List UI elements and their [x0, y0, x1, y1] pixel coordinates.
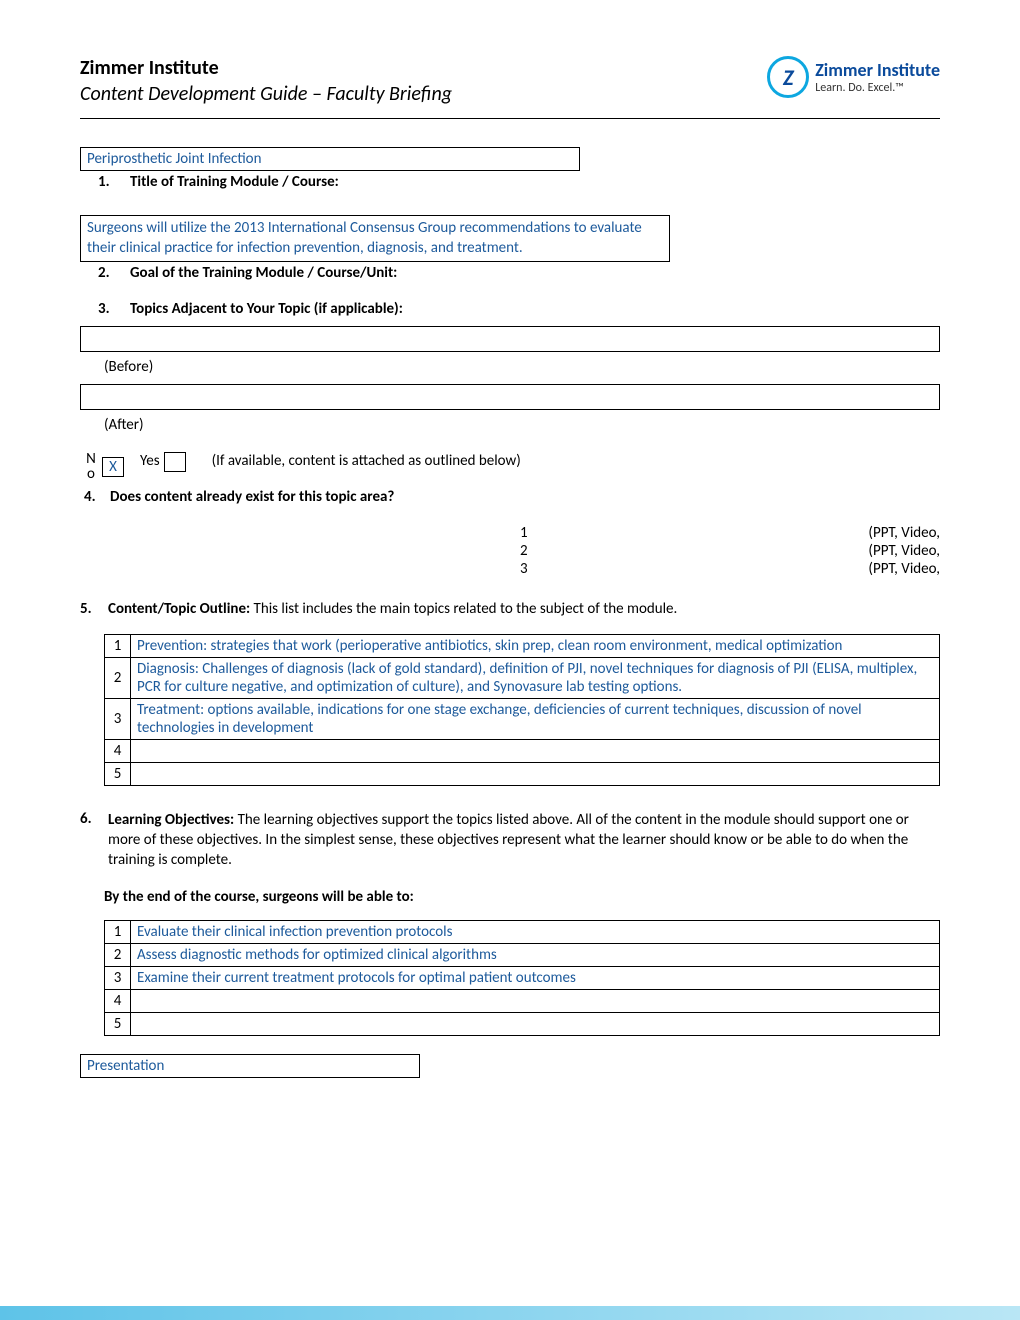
topic-cell[interactable] [131, 739, 940, 762]
table-row: 3Treatment: options available, indicatio… [105, 698, 940, 739]
topic-cell[interactable]: Prevention: strategies that work (periop… [131, 634, 940, 657]
table-row: 2Assess diagnostic methods for optimized… [105, 944, 940, 967]
q2-label: Goal of the Training Module / Course/Uni… [130, 264, 397, 282]
table-row: 4 [105, 990, 940, 1013]
logo-name: Zimmer Institute [815, 59, 940, 81]
q3-input-bottom[interactable] [80, 384, 940, 410]
content-row: 2(PPT, Video, [80, 542, 940, 560]
checkbox-no[interactable]: X [102, 457, 124, 477]
q6-label: Learning Objectives: [108, 811, 234, 829]
q1-label: Title of Training Module / Course: [130, 173, 339, 191]
q6-number: 6. [80, 810, 98, 871]
objective-cell[interactable] [131, 1013, 940, 1036]
objective-cell[interactable]: Examine their current treatment protocol… [131, 967, 940, 990]
title-input[interactable]: Periprosthetic Joint Infection [80, 147, 580, 171]
brand-logo: Z Zimmer Institute Learn. Do. Excel.™ [767, 56, 940, 98]
objective-cell[interactable] [131, 990, 940, 1013]
q1-number: 1. [98, 173, 116, 191]
q3-label: Topics Adjacent to Your Topic (if applic… [130, 300, 403, 318]
topic-cell[interactable] [131, 762, 940, 785]
q3-number: 3. [98, 300, 116, 318]
q3-before-label: (Before) [80, 358, 940, 376]
table-row: 4 [105, 739, 940, 762]
topic-cell[interactable]: Diagnosis: Challenges of diagnosis (lack… [131, 657, 940, 698]
logo-icon: Z [767, 56, 809, 98]
topic-outline-table: 1Prevention: strategies that work (perio… [104, 634, 940, 786]
table-row: 3Examine their current treatment protoco… [105, 967, 940, 990]
presentation-input[interactable]: Presentation [80, 1054, 420, 1078]
topic-cell[interactable]: Treatment: options available, indication… [131, 698, 940, 739]
q5-label: Content/Topic Outline: [108, 600, 250, 618]
q4-label: Does content already exist for this topi… [110, 488, 394, 506]
goal-input[interactable]: Surgeons will utilize the 2013 Internati… [80, 215, 670, 262]
q4-no-label: No [84, 452, 98, 482]
q4-number: 4. [84, 488, 102, 506]
content-row: 3(PPT, Video, [80, 560, 940, 578]
content-row: 1(PPT, Video, [80, 524, 940, 542]
table-row: 5 [105, 762, 940, 785]
q4-note: (If available, content is attached as ou… [212, 452, 521, 470]
objective-cell[interactable]: Assess diagnostic methods for optimized … [131, 944, 940, 967]
page-header: Zimmer Institute Content Development Gui… [80, 56, 940, 119]
page-subtitle: Content Development Guide – Faculty Brie… [80, 82, 452, 106]
footer-divider [0, 1306, 1020, 1320]
objectives-intro: By the end of the course, surgeons will … [80, 888, 940, 906]
objectives-table: 1Evaluate their clinical infection preve… [104, 920, 940, 1036]
table-row: 2Diagnosis: Challenges of diagnosis (lac… [105, 657, 940, 698]
objective-cell[interactable]: Evaluate their clinical infection preven… [131, 921, 940, 944]
q5-number: 5. [80, 600, 98, 618]
logo-tagline: Learn. Do. Excel.™ [815, 81, 940, 95]
table-row: 1Prevention: strategies that work (perio… [105, 634, 940, 657]
q3-input-top[interactable] [80, 326, 940, 352]
q3-after-label: (After) [80, 416, 940, 434]
q5-desc: This list includes the main topics relat… [250, 600, 677, 618]
q4-yes-label: Yes [140, 454, 160, 469]
page-title: Zimmer Institute [80, 56, 452, 80]
table-row: 5 [105, 1013, 940, 1036]
q2-number: 2. [98, 264, 116, 282]
table-row: 1Evaluate their clinical infection preve… [105, 921, 940, 944]
checkbox-yes[interactable] [164, 452, 186, 472]
